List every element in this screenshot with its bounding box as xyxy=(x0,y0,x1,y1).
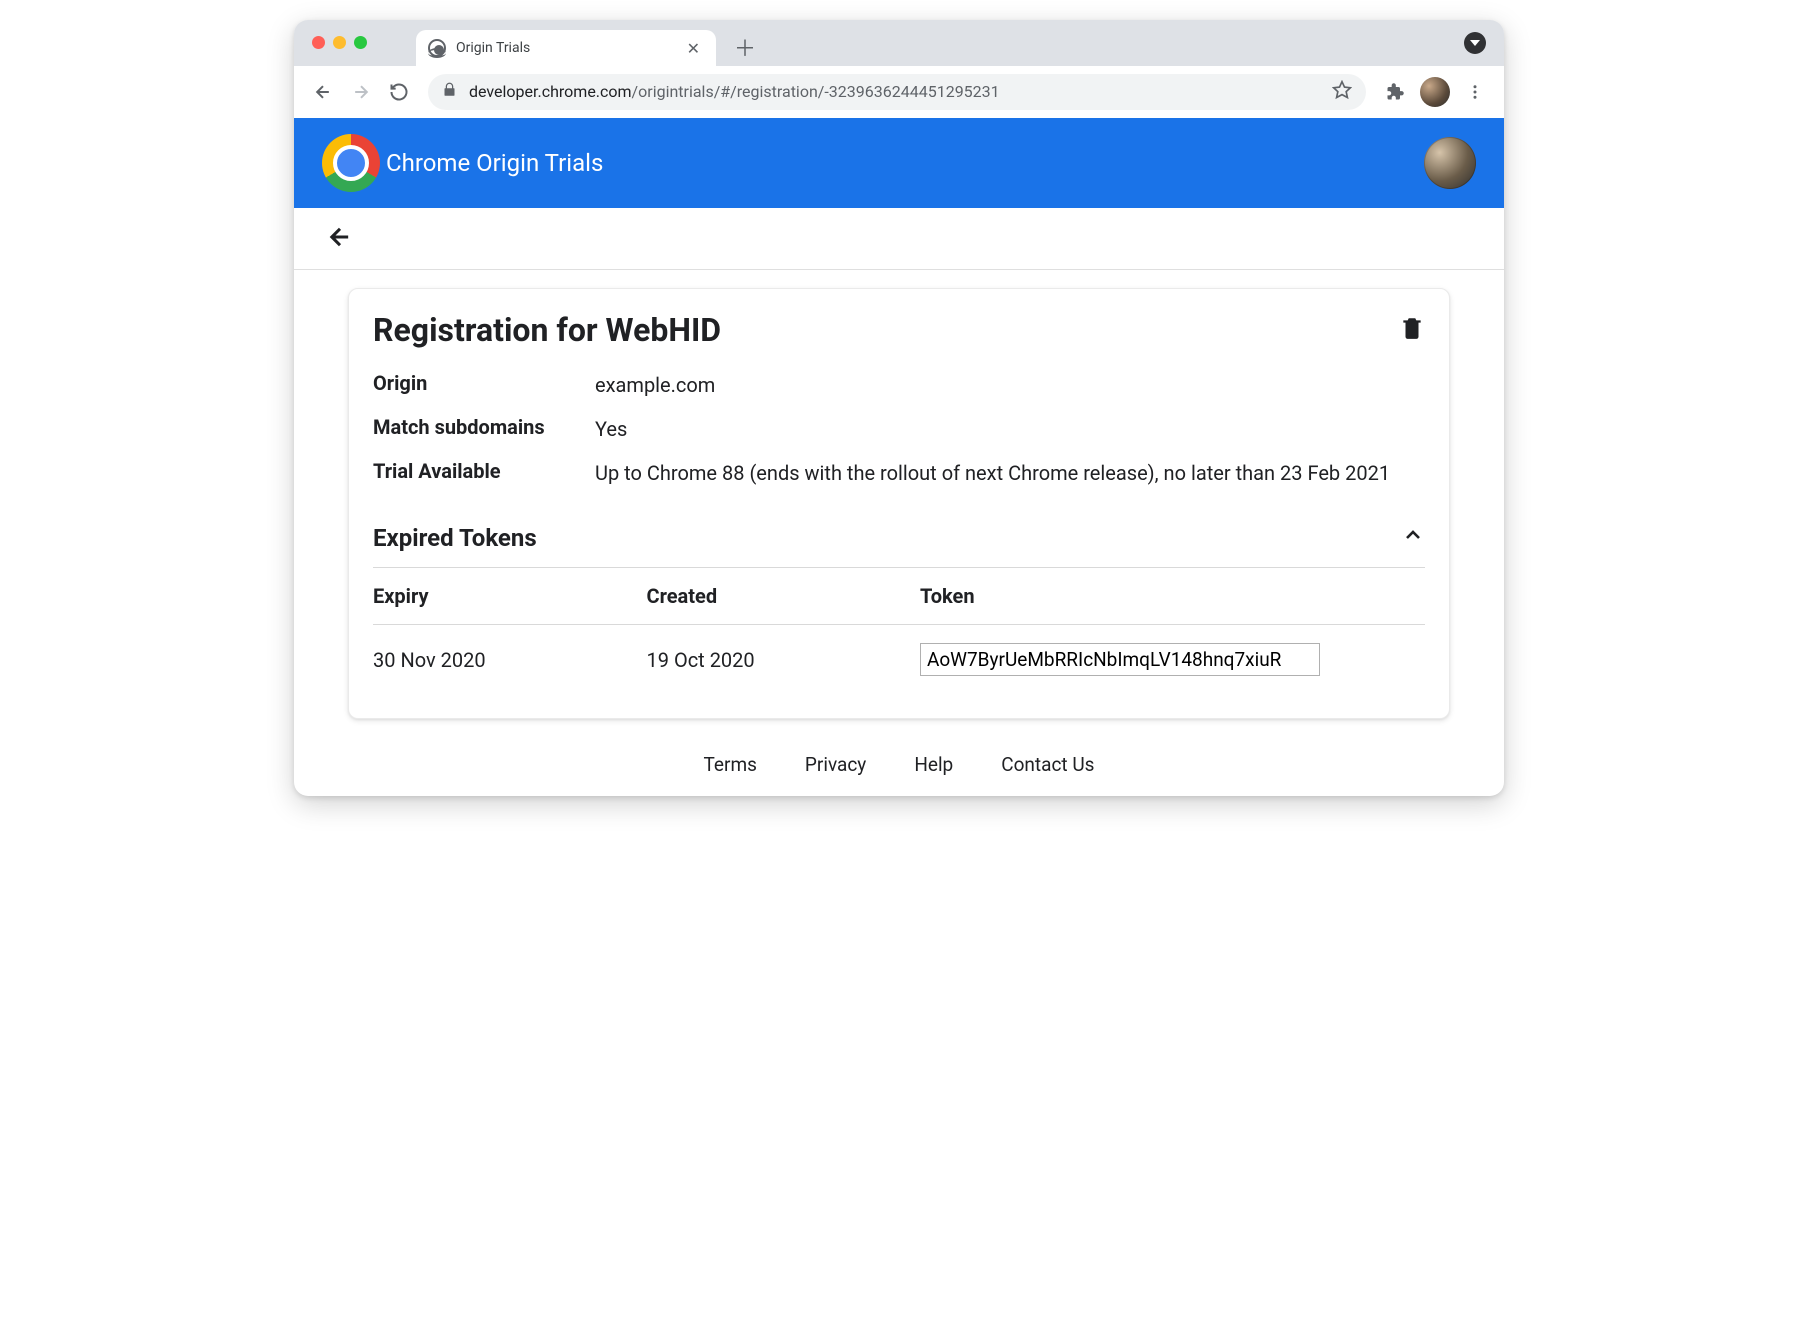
close-window-button[interactable] xyxy=(312,36,325,49)
field-origin: Origin example.com xyxy=(373,371,1425,399)
url-path: /origintrials/#/registration/-3239636244… xyxy=(632,82,1000,101)
field-subdomains: Match subdomains Yes xyxy=(373,415,1425,443)
chevron-up-icon xyxy=(1401,523,1425,547)
trial-value: Up to Chrome 88 (ends with the rollout o… xyxy=(595,459,1425,487)
active-tab[interactable]: Origin Trials ✕ xyxy=(416,30,716,66)
expired-tokens-header[interactable]: Expired Tokens xyxy=(373,523,1425,568)
page-header: Chrome Origin Trials xyxy=(294,118,1504,208)
forward-button[interactable] xyxy=(344,75,378,109)
token-value-input[interactable] xyxy=(920,643,1320,676)
origin-label: Origin xyxy=(373,371,563,399)
back-nav-row xyxy=(294,208,1504,270)
back-button[interactable] xyxy=(306,75,340,109)
close-tab-button[interactable]: ✕ xyxy=(683,37,704,60)
col-expiry: Expiry xyxy=(373,568,647,625)
col-token: Token xyxy=(920,568,1425,625)
trial-label: Trial Available xyxy=(373,459,563,487)
footer-terms-link[interactable]: Terms xyxy=(704,753,757,776)
expired-tokens-title: Expired Tokens xyxy=(373,524,537,552)
window-controls xyxy=(312,36,367,49)
origin-value: example.com xyxy=(595,371,1425,399)
url-text: developer.chrome.com/origintrials/#/regi… xyxy=(469,82,1320,101)
new-tab-button[interactable]: ＋ xyxy=(730,32,760,62)
browser-window: Origin Trials ✕ ＋ developer.chrome.com/o… xyxy=(294,20,1504,796)
address-bar[interactable]: developer.chrome.com/origintrials/#/regi… xyxy=(428,74,1366,110)
trash-icon xyxy=(1399,315,1425,341)
url-host: developer.chrome.com xyxy=(469,82,632,101)
tab-title: Origin Trials xyxy=(456,40,673,56)
delete-button[interactable] xyxy=(1399,315,1425,345)
cell-created: 19 Oct 2020 xyxy=(647,625,921,695)
maximize-window-button[interactable] xyxy=(354,36,367,49)
globe-icon xyxy=(428,39,446,57)
reload-button[interactable] xyxy=(382,75,416,109)
extensions-button[interactable] xyxy=(1378,75,1412,109)
field-trial-available: Trial Available Up to Chrome 88 (ends wi… xyxy=(373,459,1425,487)
table-row: 30 Nov 2020 19 Oct 2020 xyxy=(373,625,1425,695)
footer-privacy-link[interactable]: Privacy xyxy=(805,753,866,776)
lock-icon xyxy=(442,82,457,101)
tab-search-button[interactable] xyxy=(1464,32,1486,54)
tab-strip: Origin Trials ✕ ＋ xyxy=(294,20,1504,66)
chrome-logo-icon xyxy=(322,134,380,192)
tokens-table: Expiry Created Token 30 Nov 2020 19 Oct … xyxy=(373,568,1425,694)
browser-toolbar: developer.chrome.com/origintrials/#/regi… xyxy=(294,66,1504,118)
minimize-window-button[interactable] xyxy=(333,36,346,49)
col-created: Created xyxy=(647,568,921,625)
profile-avatar-toolbar[interactable] xyxy=(1420,77,1450,107)
bookmark-star-icon[interactable] xyxy=(1332,80,1352,104)
card-title: Registration for WebHID xyxy=(373,311,721,349)
footer-help-link[interactable]: Help xyxy=(914,753,953,776)
cell-expiry: 30 Nov 2020 xyxy=(373,625,647,695)
subdomains-label: Match subdomains xyxy=(373,415,563,443)
page-back-button[interactable] xyxy=(326,223,354,255)
footer-contact-link[interactable]: Contact Us xyxy=(1001,753,1094,776)
page-footer: Terms Privacy Help Contact Us xyxy=(294,719,1504,796)
subdomains-value: Yes xyxy=(595,415,1425,443)
cell-token xyxy=(920,625,1425,695)
registration-card: Registration for WebHID Origin example.c… xyxy=(348,288,1450,719)
collapse-toggle[interactable] xyxy=(1401,523,1425,553)
page-header-title: Chrome Origin Trials xyxy=(386,149,603,177)
chrome-menu-button[interactable] xyxy=(1458,75,1492,109)
profile-avatar-header[interactable] xyxy=(1424,137,1476,189)
